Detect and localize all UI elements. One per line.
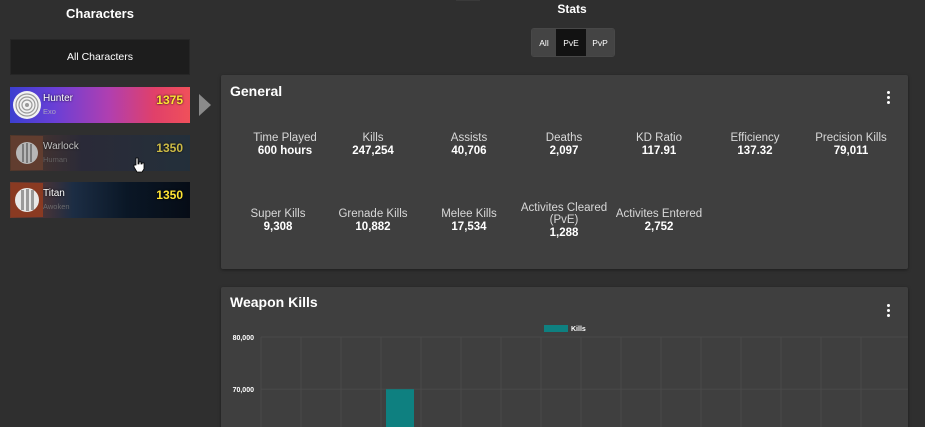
character-card-titan[interactable]: Titan Awoken 1350 xyxy=(10,182,190,218)
hunter-emblem-icon xyxy=(13,91,41,119)
character-class: Warlock xyxy=(43,141,79,152)
stat-value: 79,011 xyxy=(833,145,869,157)
stat-value: 2,097 xyxy=(549,145,579,157)
stat-label: Grenade Kills xyxy=(338,208,408,220)
stat-grenade-kills: Grenade Kills 10,882 xyxy=(323,208,423,234)
stat-label: Kills xyxy=(362,132,384,144)
stat-label: Time Played xyxy=(253,132,317,144)
stat-assists: Assists 40,706 xyxy=(419,132,519,158)
stat-deaths: Deaths 2,097 xyxy=(514,132,614,158)
kills-bar xyxy=(386,389,414,427)
stat-super-kills: Super Kills 9,308 xyxy=(228,208,328,234)
stat-precision-kills: Precision Kills 79,011 xyxy=(801,132,901,158)
stats-title: Stats xyxy=(557,2,587,16)
general-panel: General Time Played 600 hours Kills 247,… xyxy=(221,75,908,269)
y-tick-label: 80,000 xyxy=(233,335,255,342)
stat-kills: Kills 247,254 xyxy=(323,132,423,158)
stat-efficiency: Efficiency 137.32 xyxy=(705,132,805,158)
stat-time-played: Time Played 600 hours xyxy=(235,132,335,158)
character-card-hunter[interactable]: Hunter Exo 1375 xyxy=(10,87,190,123)
stat-melee-kills: Melee Kills 17,534 xyxy=(419,208,519,234)
legend-swatch xyxy=(544,325,568,332)
character-race: Human xyxy=(43,155,68,164)
stat-value: 10,882 xyxy=(355,221,391,233)
legend-label: Kills xyxy=(571,326,586,333)
general-title: General xyxy=(230,83,283,99)
stat-label: KD Ratio xyxy=(635,132,683,144)
stat-value: 40,706 xyxy=(451,145,487,157)
character-race: Awoken xyxy=(43,202,70,211)
stat-label: Super Kills xyxy=(250,208,306,220)
character-class: Hunter xyxy=(43,93,74,104)
stat-value: 1,288 xyxy=(549,227,579,239)
character-class: Titan xyxy=(43,188,65,199)
stat-value: 117.91 xyxy=(641,145,677,157)
weapon-kills-title: Weapon Kills xyxy=(230,294,318,310)
top-divider xyxy=(456,0,480,1)
general-menu-icon[interactable] xyxy=(887,91,891,104)
character-race: Exo xyxy=(43,107,56,116)
stat-value: 600 hours xyxy=(257,145,313,157)
stat-label: Melee Kills xyxy=(441,208,497,220)
hand-cursor-icon xyxy=(133,157,145,173)
stat-activities-entered: Activites Entered 2,752 xyxy=(609,208,709,234)
mode-all-button[interactable]: All xyxy=(532,29,556,56)
weapon-kills-menu-icon[interactable] xyxy=(887,304,891,317)
stat-label: Activites Cleared (PvE) xyxy=(520,202,608,226)
y-tick-label: 70,000 xyxy=(233,387,255,394)
mode-pve-button[interactable]: PvE xyxy=(556,29,586,56)
character-light-level: 1350 xyxy=(156,141,183,155)
weapon-kills-panel: 80,00070,00060,000Kills Weapon Kills xyxy=(221,287,908,427)
warlock-emblem-icon xyxy=(11,136,43,170)
stat-label: Efficiency xyxy=(730,132,780,144)
stat-kd-ratio: KD Ratio 117.91 xyxy=(609,132,709,158)
character-light-level: 1375 xyxy=(156,93,183,107)
titan-emblem-icon xyxy=(11,183,43,217)
stat-label: Precision Kills xyxy=(815,132,887,144)
stat-label: Activites Entered xyxy=(615,208,703,220)
character-card-warlock[interactable]: Warlock Human 1350 xyxy=(10,135,190,171)
character-light-level: 1350 xyxy=(156,188,183,202)
stat-activities-cleared: Activites Cleared (PvE) 1,288 xyxy=(514,202,614,240)
stat-label: Assists xyxy=(450,132,488,144)
weapon-kills-chart: 80,00070,00060,000Kills xyxy=(233,325,908,427)
characters-title: Characters xyxy=(66,6,134,21)
stat-value: 9,308 xyxy=(263,221,293,233)
stat-value: 17,534 xyxy=(451,221,487,233)
stat-label: Deaths xyxy=(545,132,583,144)
stat-value: 247,254 xyxy=(352,145,394,157)
selected-character-arrow-icon xyxy=(199,94,211,116)
stat-value: 2,752 xyxy=(644,221,674,233)
mode-toggle: All PvE PvP xyxy=(531,28,615,57)
mode-pvp-button[interactable]: PvP xyxy=(586,29,614,56)
stat-value: 137.32 xyxy=(737,145,773,157)
all-characters-button[interactable]: All Characters xyxy=(10,39,190,75)
